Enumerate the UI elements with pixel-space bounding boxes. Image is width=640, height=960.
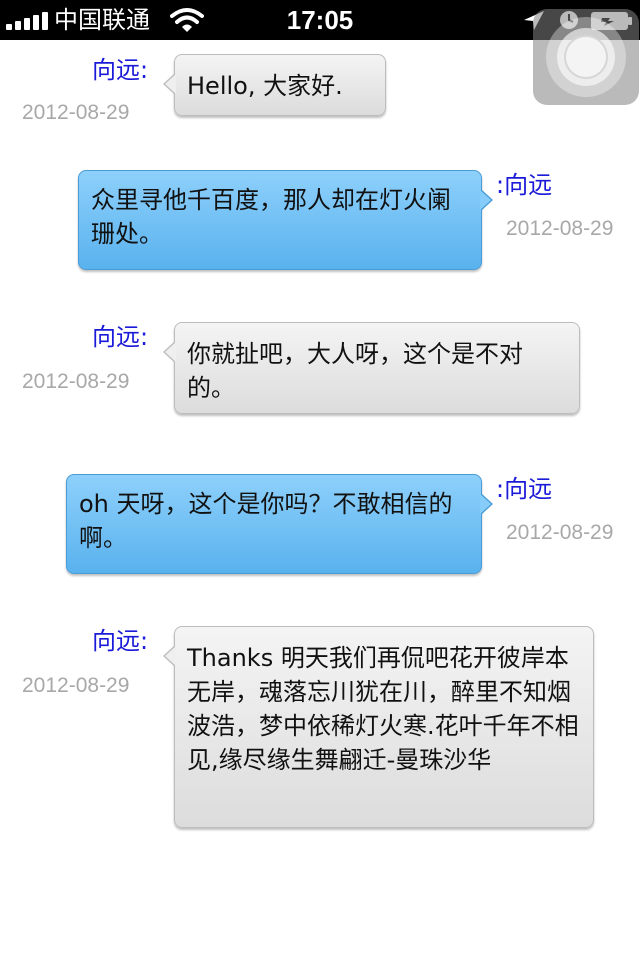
message-date: 2012-08-29 bbox=[506, 217, 614, 240]
message-text: oh 天呀，这个是你吗？不敢相信的啊。 bbox=[79, 490, 453, 552]
message-bubble-outgoing[interactable]: 众里寻他千百度，那人却在灯火阑珊处。 bbox=[78, 170, 493, 270]
message-text: 众里寻他千百度，那人却在灯火阑珊处。 bbox=[91, 186, 451, 248]
message-text: Hello, 大家好. bbox=[187, 72, 343, 100]
assistive-touch-button[interactable] bbox=[533, 9, 639, 105]
message-bubble-incoming[interactable]: Hello, 大家好. bbox=[163, 54, 386, 116]
sender-name: 向远: bbox=[92, 323, 149, 351]
message-bubble-incoming[interactable]: Thanks 明天我们再侃吧花开彼岸本无岸，魂落忘川犹在川，醉里不知烟波浩，梦中… bbox=[163, 626, 594, 828]
message-date: 2012-08-29 bbox=[22, 674, 130, 697]
message-bubble-incoming[interactable]: 你就扯吧，大人呀，这个是不对的。 bbox=[163, 322, 580, 414]
message-date: 2012-08-29 bbox=[22, 101, 130, 124]
message-date: 2012-08-29 bbox=[506, 521, 614, 544]
sender-name: :向远 bbox=[496, 475, 553, 503]
sender-name: 向远: bbox=[92, 56, 149, 84]
message-text: Thanks 明天我们再侃吧花开彼岸本无岸，魂落忘川犹在川，醉里不知烟波浩，梦中… bbox=[187, 644, 579, 774]
message-date: 2012-08-29 bbox=[22, 370, 130, 393]
sender-name: 向远: bbox=[92, 627, 149, 655]
message-text: 你就扯吧，大人呀，这个是不对的。 bbox=[187, 340, 523, 402]
message-bubble-outgoing[interactable]: oh 天呀，这个是你吗？不敢相信的啊。 bbox=[66, 474, 493, 574]
sender-name: :向远 bbox=[496, 171, 553, 199]
